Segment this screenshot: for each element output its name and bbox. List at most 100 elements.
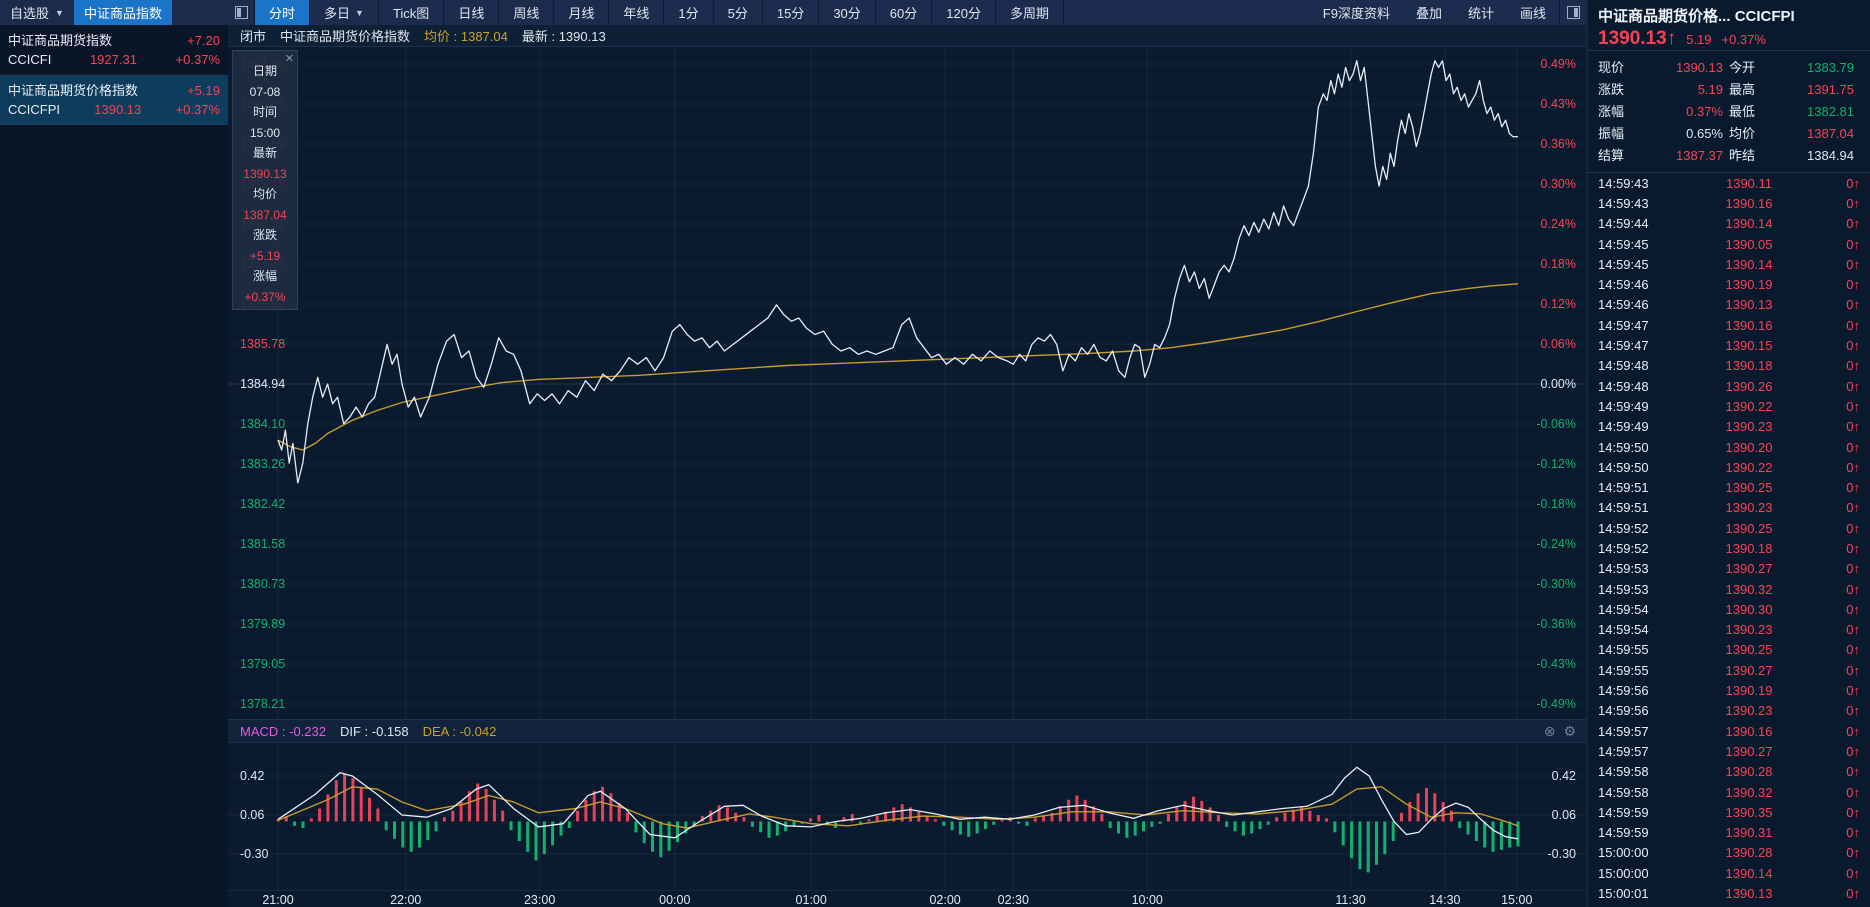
tick-price: 1390.27 — [1725, 662, 1773, 678]
stat-label: 现价 — [1598, 60, 1625, 75]
tick-volume-number: 0 — [1846, 581, 1854, 597]
close-circle-icon[interactable]: ⊗ — [1544, 723, 1556, 740]
toolbar-tab-label: 多周期 — [1009, 6, 1049, 21]
tick-row[interactable]: 14:59:55 1390.25 0↑ — [1588, 640, 1870, 660]
up-arrow-icon: ↑ — [1853, 683, 1861, 699]
tick-row[interactable]: 14:59:50 1390.20 0↑ — [1588, 437, 1870, 457]
tick-row[interactable]: 14:59:49 1390.22 0↑ — [1588, 396, 1870, 416]
tick-row[interactable]: 14:59:53 1390.32 0↑ — [1588, 579, 1870, 599]
tick-row[interactable]: 14:59:56 1390.23 0↑ — [1588, 701, 1870, 721]
tick-time: 14:59:54 — [1598, 601, 1649, 617]
tick-list[interactable]: 14:59:43 1390.11 0↑ 14:59:43 1390.16 0↑ 14:59:… — [1588, 173, 1870, 904]
tick-row[interactable]: 14:59:43 1390.16 0↑ — [1588, 193, 1870, 213]
toolbar-tab-5[interactable]: 月线 — [554, 0, 610, 25]
close-icon[interactable]: ✕ — [285, 52, 294, 65]
tick-volume: 0↑ — [1830, 582, 1860, 597]
time-axis: 21:00 22:00 23:00 00:00 01:00 02:00 02:30 10:00… — [228, 890, 1586, 907]
toolbar-tab-7[interactable]: 1分 — [664, 0, 714, 25]
toolbar-tab-12[interactable]: 120分 — [932, 0, 996, 25]
tick-volume-number: 0 — [1846, 520, 1854, 536]
toolbar-tab-11[interactable]: 60分 — [876, 0, 933, 25]
tick-volume-number: 0 — [1846, 683, 1854, 699]
tick-row[interactable]: 14:59:54 1390.23 0↑ — [1588, 620, 1870, 640]
tick-row[interactable]: 14:59:51 1390.25 0↑ — [1588, 477, 1870, 497]
tick-row[interactable]: 14:59:59 1390.35 0↑ — [1588, 802, 1870, 822]
quote-stats: 现价 1390.13 今开 1383.79 涨跌 5.19 最高 1391.75 涨幅 0.37%… — [1588, 51, 1870, 173]
tick-row[interactable]: 14:59:44 1390.14 0↑ — [1588, 214, 1870, 234]
tick-row[interactable]: 14:59:47 1390.15 0↑ — [1588, 335, 1870, 355]
layout-right-icon[interactable] — [1559, 0, 1586, 25]
up-arrow-icon: ↑ — [1853, 480, 1861, 496]
tick-row[interactable]: 15:00:00 1390.14 0↑ — [1588, 863, 1870, 883]
tick-row[interactable]: 14:59:48 1390.18 0↑ — [1588, 356, 1870, 376]
up-arrow-icon: ↑ — [1853, 561, 1861, 577]
toolbar-tab-label: 1分 — [678, 6, 699, 21]
tick-volume-number: 0 — [1846, 622, 1854, 638]
up-arrow-icon: ↑ — [1853, 277, 1861, 293]
tick-row[interactable]: 14:59:46 1390.13 0↑ — [1588, 295, 1870, 315]
tick-row[interactable]: 14:59:49 1390.23 0↑ — [1588, 417, 1870, 437]
toolbar-tab-10[interactable]: 30分 — [819, 0, 876, 25]
tick-row[interactable]: 14:59:45 1390.14 0↑ — [1588, 254, 1870, 274]
toolbar-tab-0[interactable]: 分时 — [255, 0, 311, 25]
price-chart[interactable]: 1391.661390.831389.991389.151388.311387.… — [228, 47, 1586, 719]
tick-row[interactable]: 14:59:53 1390.27 0↑ — [1588, 559, 1870, 579]
watchlist-item-0[interactable]: 中证商品期货指数 +7.20 CCICFI 1927.31 +0.37% — [0, 25, 228, 75]
tick-volume-number: 0 — [1846, 317, 1854, 333]
stat-value: 1382.81 — [1807, 104, 1854, 119]
toolbar-tab-6[interactable]: 年线 — [609, 0, 665, 25]
quote-last-price: 1390.13↑ — [1598, 28, 1677, 49]
tick-row[interactable]: 15:00:01 1390.13 0↑ — [1588, 883, 1870, 903]
tick-row[interactable]: 14:59:57 1390.27 0↑ — [1588, 741, 1870, 761]
toolbar-tab-4[interactable]: 周线 — [499, 0, 555, 25]
tick-row[interactable]: 14:59:43 1390.11 0↑ — [1588, 173, 1870, 193]
tick-row[interactable]: 14:59:46 1390.19 0↑ — [1588, 274, 1870, 294]
up-arrow-icon: ↑ — [1853, 662, 1861, 678]
toolbar-right-item-0[interactable]: F9深度资料 — [1310, 0, 1403, 25]
tick-row[interactable]: 14:59:52 1390.25 0↑ — [1588, 518, 1870, 538]
up-arrow-icon: ↑ — [1853, 236, 1861, 252]
stat-label: 振幅 — [1598, 126, 1625, 141]
toolbar-right-item-3[interactable]: 画线 — [1507, 0, 1559, 25]
tick-time: 14:59:43 — [1598, 175, 1649, 191]
tick-row[interactable]: 14:59:51 1390.23 0↑ — [1588, 498, 1870, 518]
tick-row[interactable]: 14:59:59 1390.31 0↑ — [1588, 823, 1870, 843]
tick-row[interactable]: 14:59:52 1390.18 0↑ — [1588, 538, 1870, 558]
instrument-code: CCICFPI — [8, 102, 60, 117]
up-arrow-icon: ↑ — [1853, 601, 1861, 617]
tick-row[interactable]: 14:59:58 1390.32 0↑ — [1588, 782, 1870, 802]
toolbar-tab-1[interactable]: 多日 ▼ — [310, 0, 379, 25]
toolbar-tab-2[interactable]: Tick图 — [379, 0, 445, 25]
toolbar-tab-9[interactable]: 15分 — [763, 0, 820, 25]
tick-row[interactable]: 14:59:48 1390.26 0↑ — [1588, 376, 1870, 396]
tick-row[interactable]: 14:59:56 1390.19 0↑ — [1588, 680, 1870, 700]
toolbar-right-item-1[interactable]: 叠加 — [1403, 0, 1455, 25]
tick-row[interactable]: 15:00:00 1390.28 0↑ — [1588, 843, 1870, 863]
tick-volume-number: 0 — [1846, 195, 1854, 211]
toolbar-tab-8[interactable]: 5分 — [714, 0, 763, 25]
tick-row[interactable]: 14:59:54 1390.30 0↑ — [1588, 599, 1870, 619]
tick-volume: 0↑ — [1830, 622, 1860, 637]
tick-row[interactable]: 14:59:47 1390.16 0↑ — [1588, 315, 1870, 335]
tick-row[interactable]: 14:59:55 1390.27 0↑ — [1588, 660, 1870, 680]
tick-row[interactable]: 14:59:45 1390.05 0↑ — [1588, 234, 1870, 254]
gear-icon[interactable]: ⚙ — [1563, 723, 1576, 740]
tick-row[interactable]: 14:59:58 1390.28 0↑ — [1588, 762, 1870, 782]
watchlist-tab-0[interactable]: 自选股 ▼ — [0, 0, 74, 25]
watchlist-item-1[interactable]: 中证商品期货价格指数 +5.19 CCICFPI 1390.13 +0.37% — [0, 75, 228, 125]
layout-left-icon[interactable] — [228, 0, 255, 25]
tick-row[interactable]: 14:59:57 1390.16 0↑ — [1588, 721, 1870, 741]
tick-row[interactable]: 14:59:50 1390.22 0↑ — [1588, 457, 1870, 477]
tick-time: 14:59:47 — [1598, 338, 1649, 354]
stat-label: 涨幅 — [1598, 104, 1625, 119]
watchlist-tab-1[interactable]: 中证商品指数 — [73, 0, 172, 25]
toolbar-tab-3[interactable]: 日线 — [444, 0, 500, 25]
toolbar-right-item-2[interactable]: 统计 — [1455, 0, 1507, 25]
toolbar-tab-13[interactable]: 多周期 — [996, 0, 1064, 25]
toolbar-tab-label: 日线 — [458, 6, 485, 21]
macd-chart[interactable]: 0.42 0.42 0.06 0.06 -0.30 -0.30 — [228, 743, 1586, 890]
tick-price: 1390.13 — [1725, 886, 1773, 902]
up-arrow-icon: ↑ — [1853, 195, 1861, 211]
up-arrow-icon: ↑ — [1853, 581, 1861, 597]
stat-label: 最高 — [1729, 82, 1756, 97]
